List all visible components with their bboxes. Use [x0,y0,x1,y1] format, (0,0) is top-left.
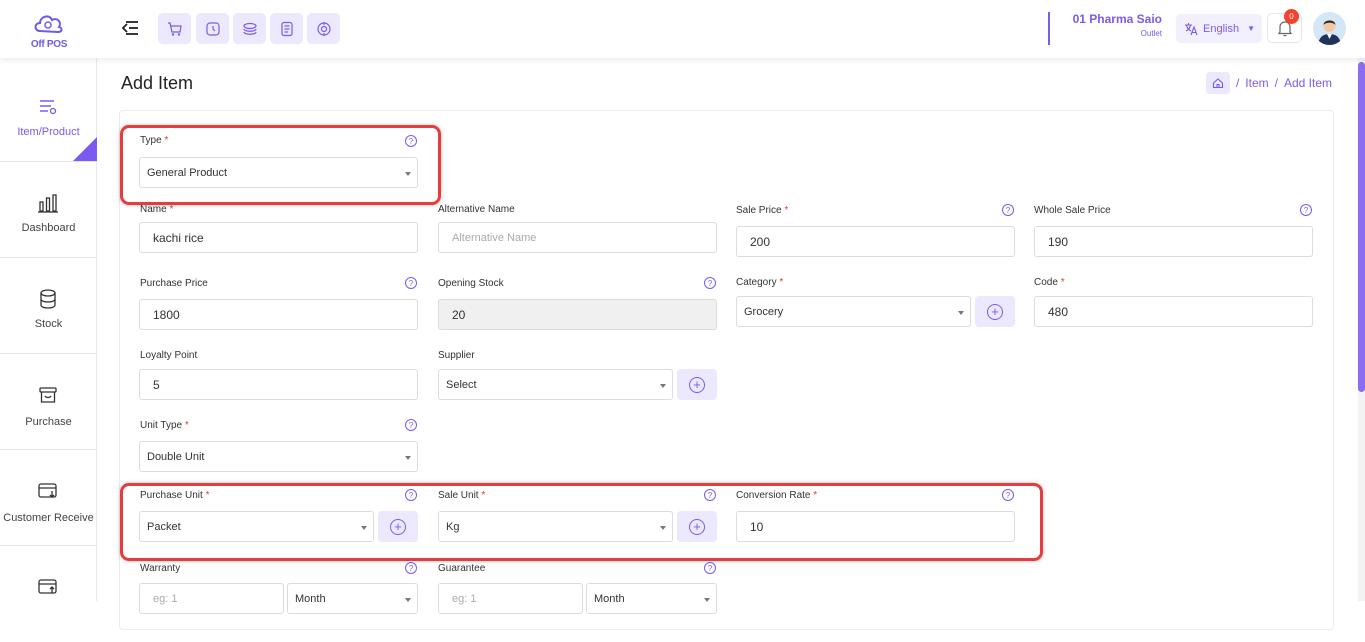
purchase-price-input[interactable]: 1800 [139,299,418,330]
unit-type-label: Unit Type * [140,420,189,431]
breadcrumb-separator: / [1274,76,1278,90]
sidebar: Item/Product Dashboard Stock Purchase Cu… [0,58,97,601]
notification-count-badge: 0 [1284,9,1299,24]
receipt-button[interactable] [270,13,303,44]
supplier-select[interactable]: Select [438,369,673,400]
bar-chart-icon [38,194,58,213]
units-highlight-box [120,483,1043,561]
sidebar-item-purchase[interactable]: Purchase [0,354,97,450]
breadcrumb-home[interactable] [1205,72,1230,94]
guarantee-label: Guarantee [438,563,486,574]
help-icon[interactable]: ? [405,562,417,574]
sidebar-item-label: Purchase [25,416,72,428]
help-icon[interactable]: ? [704,562,716,574]
app-logo[interactable]: Off POS [28,10,70,50]
breadcrumb-separator: / [1235,76,1240,90]
outlet-name: 01 Pharma Saio [1072,12,1162,26]
code-label: Code * [1034,277,1065,288]
loyalty-point-label: Loyalty Point [140,350,198,361]
category-select[interactable]: Grocery [736,296,971,327]
sidebar-item-label: Stock [34,318,63,330]
loyalty-point-input[interactable]: 5 [139,369,418,400]
outlet-selector[interactable]: 01 Pharma Saio Outlet [1048,12,1162,45]
help-icon[interactable]: ? [405,277,417,289]
breadcrumb-current: Add Item [1283,76,1332,90]
sidebar-item-label: Dashboard [21,222,76,234]
sale-price-input[interactable]: 200 [736,226,1015,257]
clock-icon [205,21,220,36]
whole-sale-price-input[interactable]: 190 [1034,226,1313,257]
supplier-label: Supplier [438,350,475,361]
receive-card-icon [38,483,57,498]
target-button[interactable] [307,13,340,44]
database-icon [40,289,56,309]
active-corner-marker [73,137,97,161]
language-dropdown[interactable]: English ▼ [1176,14,1262,43]
help-icon[interactable]: ? [405,419,417,431]
opening-stock-label: Opening Stock [438,278,504,289]
sidebar-item-label: Customer Receive [3,512,94,524]
opening-stock-input: 20 [438,299,717,330]
help-icon[interactable]: ? [1002,204,1014,216]
user-avatar[interactable] [1313,12,1346,45]
chevron-down-icon: ▼ [1247,24,1255,33]
logo-text: Off POS [30,39,68,50]
archive-box-icon [39,387,57,403]
home-icon [1212,78,1223,89]
guarantee-input[interactable]: eg: 1 [438,583,583,614]
layers-button[interactable] [233,13,266,44]
chevron-down-icon [704,598,710,602]
translate-icon [1185,22,1198,35]
name-input[interactable]: kachi rice [139,222,418,253]
category-label: Category * [736,277,784,288]
list-settings-icon [40,100,57,115]
outlet-label: Outlet [1140,29,1162,38]
alternative-name-input[interactable]: Alternative Name [438,222,717,253]
language-label: English [1203,22,1240,35]
sidebar-item-customer-receive[interactable]: Customer Receive [0,450,97,546]
help-icon[interactable]: ? [1300,204,1312,216]
purchase-price-label: Purchase Price [140,278,208,289]
send-card-icon [38,579,57,594]
cart-button[interactable] [158,13,191,44]
add-supplier-button[interactable]: + [677,369,717,400]
plus-circle-icon: + [689,376,705,393]
warranty-label: Warranty [140,563,181,574]
page-scrollbar-thumb[interactable] [1358,62,1365,392]
top-bar: Off POS 01 Pharma Saio Outlet English ▼ … [0,0,1365,58]
help-icon[interactable]: ? [704,277,716,289]
sidebar-item-stock[interactable]: Stock [0,258,97,354]
target-icon [316,21,331,36]
menu-collapse-icon[interactable] [120,18,140,38]
plus-circle-icon: + [987,303,1003,320]
chevron-down-icon [958,311,964,315]
code-input[interactable]: 480 [1034,296,1313,327]
cart-icon [167,21,182,36]
warranty-input[interactable]: eg: 1 [139,583,284,614]
clock-button[interactable] [196,13,229,44]
alternative-name-label: Alternative Name [438,204,515,215]
whole-sale-price-label: Whole Sale Price [1034,205,1111,216]
chevron-down-icon [660,384,666,388]
guarantee-period-select[interactable]: Month [586,583,717,614]
type-highlight-box [120,125,441,205]
sidebar-item-dashboard[interactable]: Dashboard [0,162,97,258]
unit-type-select[interactable]: Double Unit [139,441,418,472]
chevron-down-icon [405,456,411,460]
sidebar-item-next[interactable] [0,546,97,642]
layers-icon [242,22,257,35]
breadcrumb-item[interactable]: Item [1245,76,1268,90]
breadcrumb: / Item / Add Item [1205,72,1332,94]
cloud-logo-icon [34,15,63,34]
chevron-down-icon [405,598,411,602]
receipt-icon [280,21,293,36]
sale-price-label: Sale Price * [736,205,789,216]
name-label: Name * [140,204,174,215]
sidebar-item-item-product[interactable]: Item/Product [0,66,97,162]
warranty-period-select[interactable]: Month [287,583,418,614]
user-avatar-icon [1313,12,1346,45]
page-title: Add Item [121,73,194,93]
add-category-button[interactable]: + [975,296,1015,327]
